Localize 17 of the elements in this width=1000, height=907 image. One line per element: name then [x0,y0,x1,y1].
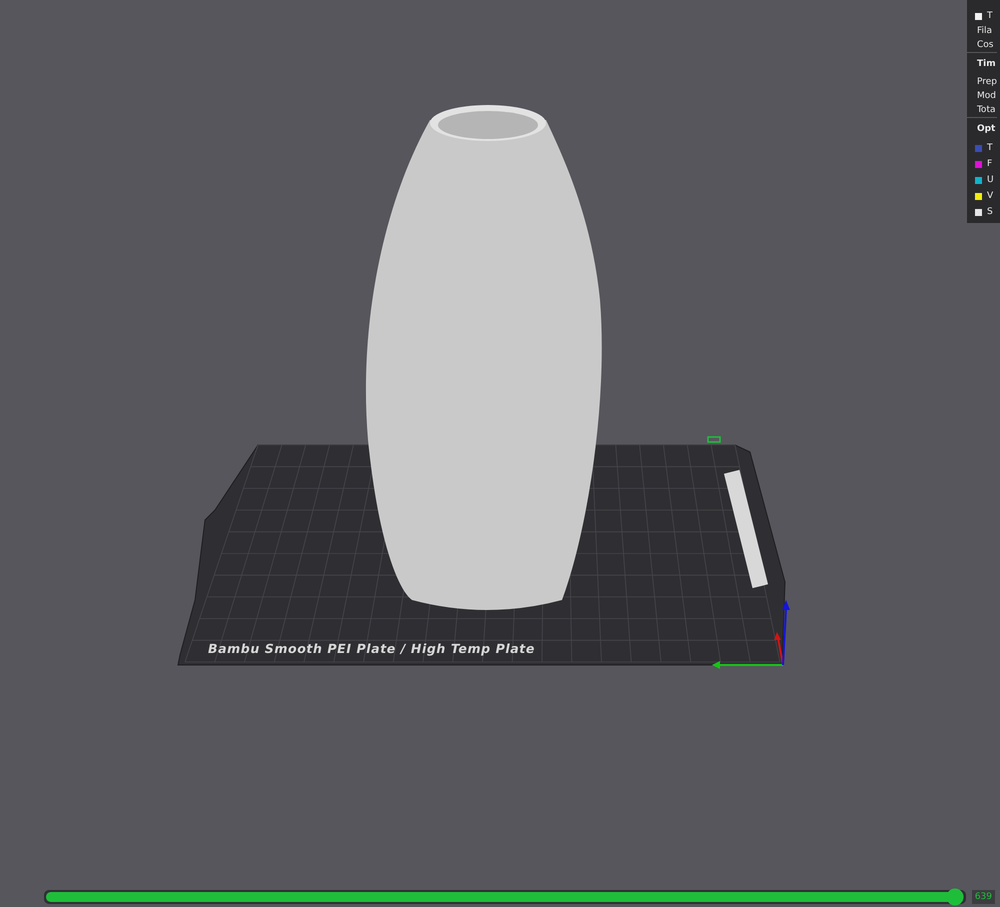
legend-label: F [986,159,992,169]
legend-label: S [986,207,993,217]
stat-label: Fila [976,26,992,36]
section-header: Tim [976,59,996,69]
layer-slider-track[interactable] [44,890,966,904]
stat-label: Cos [976,40,994,50]
legend-label: V [986,191,994,201]
layer-slider-handle[interactable] [946,888,964,906]
legend-label: U [986,175,994,185]
legend-label: T [986,143,992,153]
plate-label: Bambu Smooth PEI Plate / High Temp Plate [208,641,535,656]
section-header: Opt [976,124,996,134]
stat-label: Tota [976,105,996,115]
stat-label: Mod [976,91,996,101]
layer-number: 639 [972,890,995,904]
stat-label: Prep [976,77,997,87]
legend-label: T [986,11,992,21]
